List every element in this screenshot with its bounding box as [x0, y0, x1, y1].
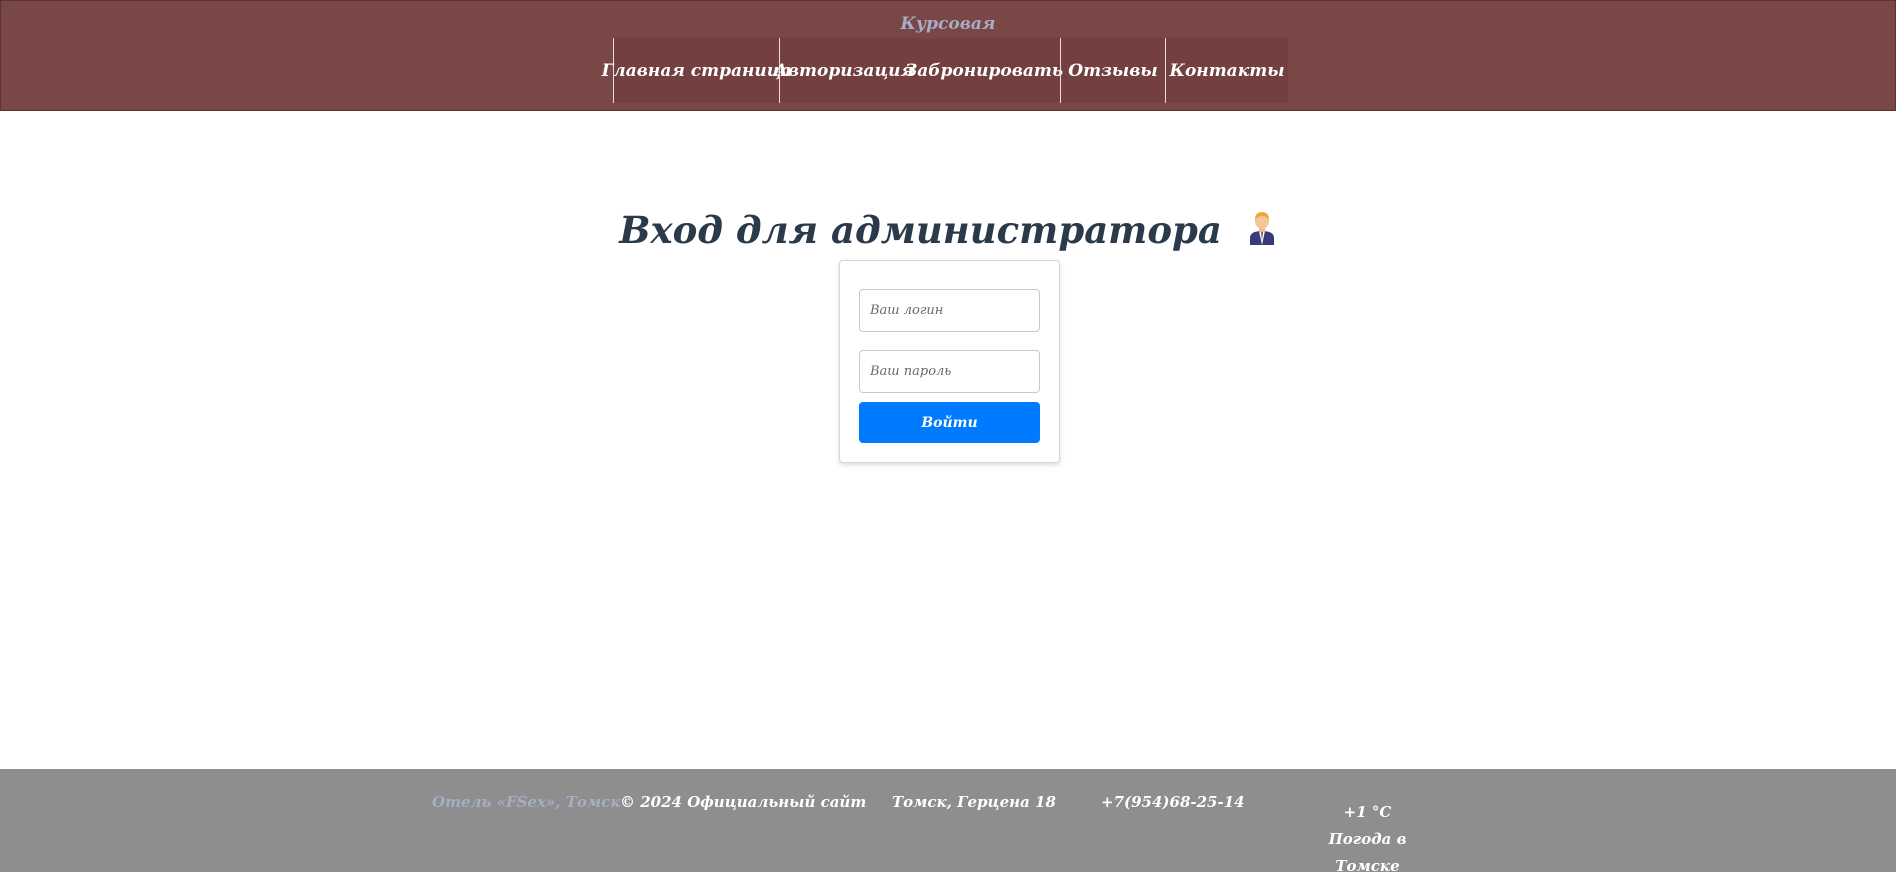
nav-item-home[interactable]: Главная страница [602, 38, 791, 103]
nav-item-booking[interactable]: Забронировать [905, 38, 1063, 103]
footer-brand[interactable]: Отель «FSex», Томск [432, 793, 620, 811]
footer-copyright: © 2024 Официальный сайт [620, 793, 867, 811]
login-input[interactable] [859, 289, 1040, 332]
site-header: Курсовая Главная страница Авторизация За… [0, 0, 1896, 111]
admin-person-icon [1247, 210, 1277, 245]
login-button[interactable]: Войти [859, 402, 1040, 443]
weather-widget: +1 °C Погода в Томске [1300, 799, 1435, 880]
weather-temperature: +1 °C [1343, 803, 1392, 821]
login-card: Войти [839, 260, 1060, 463]
page-title-text: Вход для администратора [619, 208, 1222, 252]
nav-item-reviews[interactable]: Отзывы [1060, 38, 1165, 103]
password-input[interactable] [859, 350, 1040, 393]
site-footer: Отель «FSex», Томск © 2024 Официальный с… [0, 769, 1896, 875]
footer-phone: +7(954)68-25-14 [1101, 793, 1245, 811]
footer-address: Томск, Герцена 18 [892, 793, 1056, 811]
nav-item-authorization[interactable]: Авторизация [774, 38, 914, 103]
site-title[interactable]: Курсовая [1, 14, 1895, 34]
nav-item-contacts[interactable]: Контакты [1165, 38, 1288, 103]
page-title: Вход для администратора [0, 208, 1896, 252]
main-nav: Главная страница Авторизация Забронирова… [602, 38, 1288, 103]
